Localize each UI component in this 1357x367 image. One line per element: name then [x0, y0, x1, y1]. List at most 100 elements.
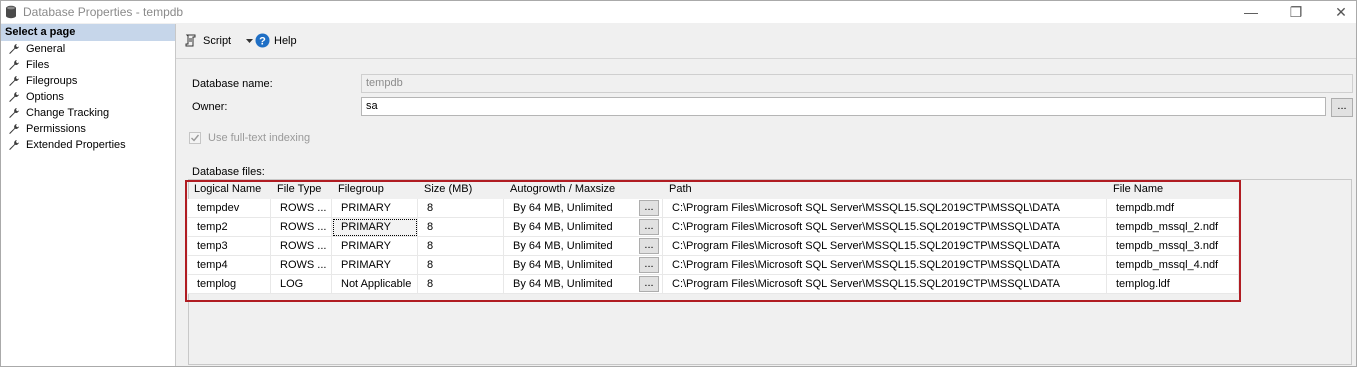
sidebar-item-files[interactable]: Files [1, 57, 175, 73]
autogrowth-edit-button[interactable]: ... [639, 200, 659, 216]
cell-file-name[interactable]: tempdb_mssql_3.ndf [1107, 237, 1239, 256]
table-row[interactable]: templog LOG Not Applicable 8 By 64 MB, Unlim… [188, 275, 1352, 294]
cell-text: templog.ldf [1116, 278, 1170, 290]
cell-text: ROWS ... [280, 221, 327, 233]
column-header-autogrowth[interactable]: Autogrowth / Maxsize [504, 180, 663, 199]
autogrowth-edit-button[interactable]: ... [639, 257, 659, 273]
cell-logical-name[interactable]: temp4 [188, 256, 271, 275]
column-header-path[interactable]: Path [663, 180, 1107, 199]
cell-filegroup[interactable]: Not Applicable [332, 275, 418, 294]
sidebar-item-label: Permissions [26, 123, 86, 135]
cell-text: PRIMARY [341, 259, 391, 271]
minimize-button[interactable]: — [1241, 3, 1261, 21]
cell-text: temp3 [197, 240, 228, 252]
column-header-file-type[interactable]: File Type [271, 180, 332, 199]
cell-filegroup[interactable]: PRIMARY [332, 199, 418, 218]
column-header-file-name[interactable]: File Name [1107, 180, 1239, 199]
sidebar-item-options[interactable]: Options [1, 89, 175, 105]
column-header-size[interactable]: Size (MB) [418, 180, 504, 199]
sidebar-item-general[interactable]: General [1, 41, 175, 57]
cell-file-name[interactable]: tempdb.mdf [1107, 199, 1239, 218]
close-button[interactable]: ✕ [1331, 3, 1351, 21]
cell-text: LOG [280, 278, 304, 290]
table-row[interactable]: temp3 ROWS ... PRIMARY 8 By 64 MB, Unlimited… [188, 237, 1352, 256]
cell-logical-name[interactable]: tempdev [188, 199, 271, 218]
cell-size[interactable]: 8 [418, 237, 504, 256]
cell-text: temp2 [197, 221, 228, 233]
autogrowth-edit-button[interactable]: ... [639, 276, 659, 292]
cell-text: ROWS ... [280, 202, 327, 214]
cell-text: templog [197, 278, 237, 290]
sidebar-item-permissions[interactable]: Permissions [1, 121, 175, 137]
sidebar-item-filegroups[interactable]: Filegroups [1, 73, 175, 89]
cell-file-type[interactable]: ROWS ... [271, 218, 332, 237]
toolbar: Script ? Help [176, 24, 1356, 58]
cell-text: By 64 MB, Unlimited [513, 221, 613, 233]
help-label: Help [274, 35, 297, 47]
cell-logical-name[interactable]: temp2 [188, 218, 271, 237]
restore-button[interactable]: ❐ [1286, 3, 1306, 21]
cell-path[interactable]: C:\Program Files\Microsoft SQL Server\MS… [663, 256, 1107, 275]
cell-file-type[interactable]: ROWS ... [271, 256, 332, 275]
cell-file-type[interactable]: LOG [271, 275, 332, 294]
table-row[interactable]: tempdev ROWS ... PRIMARY 8 By 64 MB, Unlimit… [188, 199, 1352, 218]
cell-size[interactable]: 8 [418, 256, 504, 275]
cell-text: 8 [427, 240, 434, 252]
cell-file-name[interactable]: templog.ldf [1107, 275, 1239, 294]
script-button[interactable]: Script [184, 33, 254, 49]
cell-file-name[interactable]: tempdb_mssql_2.ndf [1107, 218, 1239, 237]
cell-autogrowth[interactable]: By 64 MB, Unlimited... [504, 199, 663, 218]
column-header-filegroup[interactable]: Filegroup [332, 180, 418, 199]
script-label: Script [203, 35, 232, 47]
cell-file-type[interactable]: ROWS ... [271, 199, 332, 218]
cell-path[interactable]: C:\Program Files\Microsoft SQL Server\MS… [663, 275, 1107, 294]
dropdown-arrow-icon[interactable] [246, 39, 253, 43]
owner-browse-button[interactable]: ... [1331, 98, 1353, 117]
wrench-icon [9, 44, 19, 54]
cell-text: C:\Program Files\Microsoft SQL Server\MS… [672, 259, 1060, 271]
cell-size[interactable]: 8 [418, 275, 504, 294]
owner-field[interactable]: sa [361, 97, 1326, 116]
window-title: Database Properties - tempdb [23, 5, 184, 19]
cell-filegroup[interactable]: PRIMARY [332, 256, 418, 275]
cell-autogrowth[interactable]: By 64 MB, Unlimited... [504, 275, 663, 294]
cell-autogrowth[interactable]: By 64 MB, Unlimited... [504, 237, 663, 256]
fulltext-label: Use full-text indexing [208, 132, 311, 144]
cell-filegroup[interactable]: PRIMARY [332, 218, 418, 237]
cell-text: tempdb.mdf [1116, 202, 1175, 214]
cell-path[interactable]: C:\Program Files\Microsoft SQL Server\MS… [663, 218, 1107, 237]
database-name-label: Database name: [192, 78, 273, 90]
svg-text:?: ? [259, 36, 266, 48]
cell-text: By 64 MB, Unlimited [513, 240, 613, 252]
cell-path[interactable]: C:\Program Files\Microsoft SQL Server\MS… [663, 199, 1107, 218]
cell-size[interactable]: 8 [418, 199, 504, 218]
cell-logical-name[interactable]: templog [188, 275, 271, 294]
cell-file-name[interactable]: tempdb_mssql_4.ndf [1107, 256, 1239, 275]
autogrowth-edit-button[interactable]: ... [639, 219, 659, 235]
cell-autogrowth[interactable]: By 64 MB, Unlimited... [504, 218, 663, 237]
sidebar-item-label: Change Tracking [26, 107, 110, 119]
cell-autogrowth[interactable]: By 64 MB, Unlimited... [504, 256, 663, 275]
autogrowth-edit-button[interactable]: ... [639, 238, 659, 254]
cell-text: PRIMARY [341, 221, 391, 233]
page-selector-sidebar: Select a page General Files Filegroups Opti… [1, 24, 176, 366]
sidebar-item-label: General [26, 43, 66, 55]
table-row[interactable]: temp4 ROWS ... PRIMARY 8 By 64 MB, Unlimited… [188, 256, 1352, 275]
sidebar-item-change-tracking[interactable]: Change Tracking [1, 105, 175, 121]
cell-text: C:\Program Files\Microsoft SQL Server\MS… [672, 278, 1060, 290]
help-button[interactable]: ? Help [255, 33, 305, 49]
table-row[interactable]: temp2 ROWS ... PRIMARY 8 By 64 MB, Unlimited… [188, 218, 1352, 237]
cell-text: ROWS ... [280, 259, 327, 271]
cell-path[interactable]: C:\Program Files\Microsoft SQL Server\MS… [663, 237, 1107, 256]
checkmark-icon [191, 134, 200, 142]
cell-size[interactable]: 8 [418, 218, 504, 237]
cell-logical-name[interactable]: temp3 [188, 237, 271, 256]
cell-text: By 64 MB, Unlimited [513, 202, 613, 214]
cell-text: 8 [427, 221, 434, 233]
sidebar-item-extended-properties[interactable]: Extended Properties [1, 137, 175, 153]
column-header-logical-name[interactable]: Logical Name [188, 180, 271, 199]
wrench-icon [9, 124, 19, 134]
cell-text: temp4 [197, 259, 228, 271]
cell-filegroup[interactable]: PRIMARY [332, 237, 418, 256]
cell-file-type[interactable]: ROWS ... [271, 237, 332, 256]
